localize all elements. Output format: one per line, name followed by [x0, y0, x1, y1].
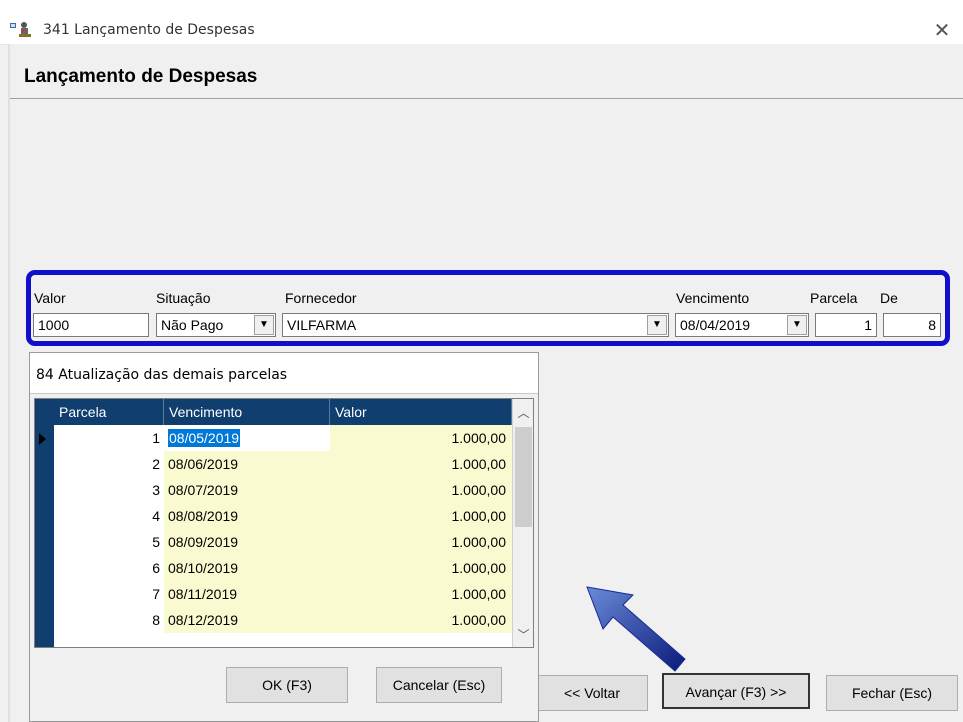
table-row[interactable]: 5 08/09/2019 1.000,00 — [54, 529, 512, 555]
cell-vencimento[interactable]: 08/09/2019 — [164, 529, 330, 555]
current-row-pointer-icon — [39, 433, 46, 445]
cell-valor[interactable]: 1.000,00 — [330, 555, 512, 581]
highlight-annotation-box — [26, 270, 950, 346]
cell-vencimento[interactable]: 08/05/2019 — [164, 425, 330, 451]
parcelas-grid[interactable]: Parcela Vencimento Valor 1 08/05/2019 1.… — [34, 398, 534, 648]
cell-vencimento[interactable]: 08/07/2019 — [164, 477, 330, 503]
page-title: Lançamento de Despesas — [24, 66, 258, 87]
cell-parcela[interactable]: 6 — [54, 555, 164, 581]
ok-button[interactable]: OK (F3) — [226, 667, 348, 703]
column-header-vencimento[interactable]: Vencimento — [164, 399, 330, 425]
cell-valor[interactable]: 1.000,00 — [330, 451, 512, 477]
selected-text: 08/05/2019 — [168, 429, 241, 447]
cell-valor[interactable]: 1.000,00 — [330, 581, 512, 607]
cell-valor[interactable]: 1.000,00 — [330, 607, 512, 633]
scroll-up-icon[interactable]: ︿ — [513, 403, 533, 423]
cell-vencimento[interactable]: 08/08/2019 — [164, 503, 330, 529]
cell-valor[interactable]: 1.000,00 — [330, 477, 512, 503]
cell-parcela[interactable]: 8 — [54, 607, 164, 633]
cell-parcela[interactable]: 2 — [54, 451, 164, 477]
table-row[interactable]: 3 08/07/2019 1.000,00 — [54, 477, 512, 503]
cancel-button[interactable]: Cancelar (Esc) — [376, 667, 502, 703]
table-row[interactable]: 2 08/06/2019 1.000,00 — [54, 451, 512, 477]
table-row[interactable]: 6 08/10/2019 1.000,00 — [54, 555, 512, 581]
parcelas-dialog: 84 Atualização das demais parcelas Parce… — [29, 352, 539, 722]
close-icon[interactable]: ✕ — [930, 18, 954, 43]
cell-vencimento[interactable]: 08/12/2019 — [164, 607, 330, 633]
column-header-valor[interactable]: Valor — [330, 399, 512, 425]
cell-vencimento[interactable]: 08/06/2019 — [164, 451, 330, 477]
title-bar: 341 Lançamento de Despesas ✕ — [0, 0, 963, 45]
scrollbar-thumb[interactable] — [515, 427, 532, 527]
main-window: 341 Lançamento de Despesas ✕ Lançamento … — [0, 0, 963, 722]
cell-parcela[interactable]: 1 — [54, 425, 164, 451]
cell-parcela[interactable]: 7 — [54, 581, 164, 607]
window-left-border — [8, 44, 10, 722]
scroll-down-icon[interactable]: ﹀ — [513, 625, 533, 645]
voltar-button[interactable]: << Voltar — [536, 675, 648, 711]
cell-vencimento[interactable]: 08/10/2019 — [164, 555, 330, 581]
cell-parcela[interactable]: 5 — [54, 529, 164, 555]
table-row[interactable]: 4 08/08/2019 1.000,00 — [54, 503, 512, 529]
dialog-title: 84 Atualização das demais parcelas — [36, 367, 288, 383]
page-header: Lançamento de Despesas — [10, 44, 963, 99]
cell-vencimento[interactable]: 08/11/2019 — [164, 581, 330, 607]
table-row[interactable]: 8 08/12/2019 1.000,00 — [54, 607, 512, 633]
fechar-button[interactable]: Fechar (Esc) — [826, 675, 958, 711]
annotation-arrow-icon — [586, 586, 686, 672]
table-row[interactable]: 7 08/11/2019 1.000,00 — [54, 581, 512, 607]
dialog-title-bar: 84 Atualização das demais parcelas — [30, 353, 538, 394]
cell-parcela[interactable]: 3 — [54, 477, 164, 503]
cell-valor[interactable]: 1.000,00 — [330, 503, 512, 529]
cell-valor[interactable]: 1.000,00 — [330, 425, 512, 451]
cell-valor[interactable]: 1.000,00 — [330, 529, 512, 555]
column-header-parcela[interactable]: Parcela — [54, 399, 164, 425]
window-title: 341 Lançamento de Despesas — [43, 22, 255, 38]
avancar-button[interactable]: Avançar (F3) >> — [662, 673, 810, 709]
table-row[interactable]: 1 08/05/2019 1.000,00 — [54, 425, 512, 451]
grid-vertical-scrollbar[interactable]: ︿ ﹀ — [512, 399, 533, 647]
app-person-icon — [10, 22, 31, 37]
cell-parcela[interactable]: 4 — [54, 503, 164, 529]
